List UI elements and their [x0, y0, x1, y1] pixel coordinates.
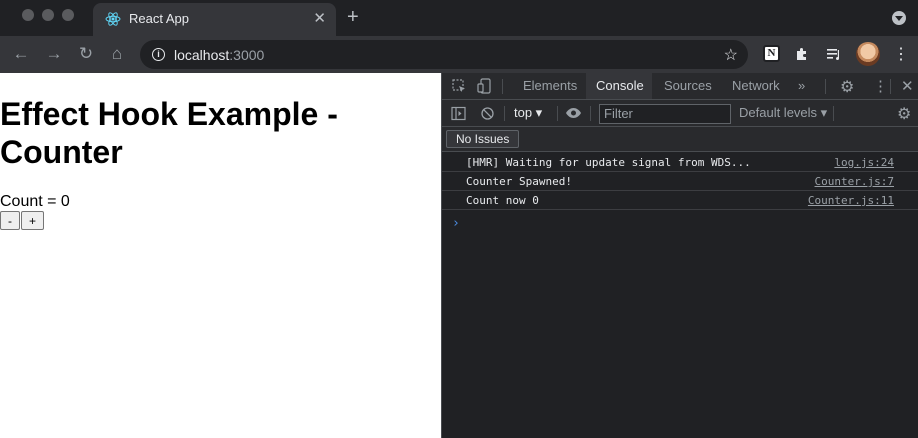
- inspect-element-icon[interactable]: [452, 79, 467, 94]
- site-info-icon[interactable]: i: [152, 48, 165, 61]
- close-devtools-icon[interactable]: ✕: [901, 77, 914, 95]
- sidebar-toggle-icon[interactable]: [451, 106, 466, 121]
- console-log-row: [HMR] Waiting for update signal from WDS…: [442, 153, 918, 172]
- browser-toolbar: ← → ↻ ⌂ i localhost:3000 ☆ N ⋮: [0, 36, 918, 73]
- separator: [590, 106, 591, 121]
- console-prompt[interactable]: ›: [452, 216, 460, 231]
- log-source-link[interactable]: Counter.js:7: [815, 175, 894, 188]
- tab-close-icon[interactable]: ✕: [313, 9, 326, 27]
- log-message: Count now 0: [466, 194, 539, 207]
- console-toolbar: top ▾ Filter Default levels ▾ ⚙: [442, 100, 918, 127]
- device-toolbar-icon[interactable]: [477, 78, 492, 94]
- console-log-row: Count now 0 Counter.js:11: [442, 191, 918, 210]
- tab-sources[interactable]: Sources: [654, 73, 722, 99]
- devtools-tab-bar: Elements Console Sources Network » ⚙ ⋮ ✕: [442, 73, 918, 100]
- console-log-row: Counter Spawned! Counter.js:7: [442, 172, 918, 191]
- filter-input[interactable]: Filter: [599, 104, 731, 124]
- profile-avatar[interactable]: [856, 42, 880, 66]
- back-arrow-icon[interactable]: ←: [10, 43, 32, 65]
- react-logo-icon: [105, 12, 121, 26]
- devtools-panel: Elements Console Sources Network » ⚙ ⋮ ✕…: [441, 73, 918, 438]
- minimize-window-button[interactable]: [42, 9, 54, 21]
- page-viewport: Effect Hook Example - Counter Count = 0 …: [0, 73, 441, 438]
- tab-title: React App: [129, 11, 189, 26]
- log-message: Counter Spawned!: [466, 175, 572, 188]
- bookmark-star-icon[interactable]: ☆: [724, 45, 738, 65]
- issues-bar: No Issues: [442, 127, 918, 152]
- log-source-link[interactable]: Counter.js:11: [808, 194, 894, 207]
- browser-tab[interactable]: React App ✕: [93, 3, 336, 36]
- count-display: Count = 0: [0, 193, 70, 210]
- zoom-window-button[interactable]: [62, 9, 74, 21]
- separator: [504, 106, 505, 121]
- tab-network[interactable]: Network: [722, 73, 790, 99]
- separator: [890, 79, 891, 94]
- separator: [557, 106, 558, 121]
- separator: [502, 79, 503, 94]
- clear-console-icon[interactable]: [480, 106, 495, 121]
- page-heading: Effect Hook Example - Counter: [0, 96, 338, 170]
- browser-menu-icon[interactable]: ⋮: [893, 44, 909, 64]
- close-window-button[interactable]: [22, 9, 34, 21]
- log-levels-dropdown[interactable]: Default levels ▾: [739, 105, 827, 121]
- console-output: [HMR] Waiting for update signal from WDS…: [442, 153, 918, 231]
- tab-search-icon[interactable]: [892, 11, 906, 25]
- console-settings-gear-icon[interactable]: ⚙: [897, 104, 911, 124]
- url-text: localhost:3000: [174, 47, 265, 63]
- live-expression-eye-icon[interactable]: [565, 107, 582, 119]
- extensions-puzzle-icon[interactable]: [794, 46, 810, 62]
- forward-arrow-icon[interactable]: →: [43, 43, 65, 65]
- log-message: [HMR] Waiting for update signal from WDS…: [466, 156, 751, 169]
- reload-icon[interactable]: ↻: [75, 43, 97, 65]
- home-icon[interactable]: ⌂: [106, 43, 128, 65]
- more-tabs-icon[interactable]: »: [788, 73, 815, 99]
- tab-strip: React App ✕ +: [0, 0, 918, 36]
- address-bar[interactable]: i localhost:3000 ☆: [140, 40, 748, 69]
- context-selector[interactable]: top ▾: [514, 105, 542, 121]
- tab-elements[interactable]: Elements: [513, 73, 587, 99]
- notion-extension-icon[interactable]: N: [763, 45, 780, 62]
- increment-button[interactable]: +: [21, 211, 44, 230]
- issues-button[interactable]: No Issues: [446, 130, 520, 148]
- tab-console[interactable]: Console: [586, 73, 652, 99]
- separator: [833, 106, 834, 121]
- new-tab-button[interactable]: +: [347, 6, 359, 28]
- separator: [825, 79, 826, 94]
- decrement-button[interactable]: -: [0, 211, 20, 230]
- settings-gear-icon[interactable]: ⚙: [840, 77, 854, 97]
- reading-list-icon[interactable]: [826, 46, 844, 62]
- devtools-menu-icon[interactable]: ⋮: [873, 77, 888, 95]
- log-source-link[interactable]: log.js:24: [834, 156, 894, 169]
